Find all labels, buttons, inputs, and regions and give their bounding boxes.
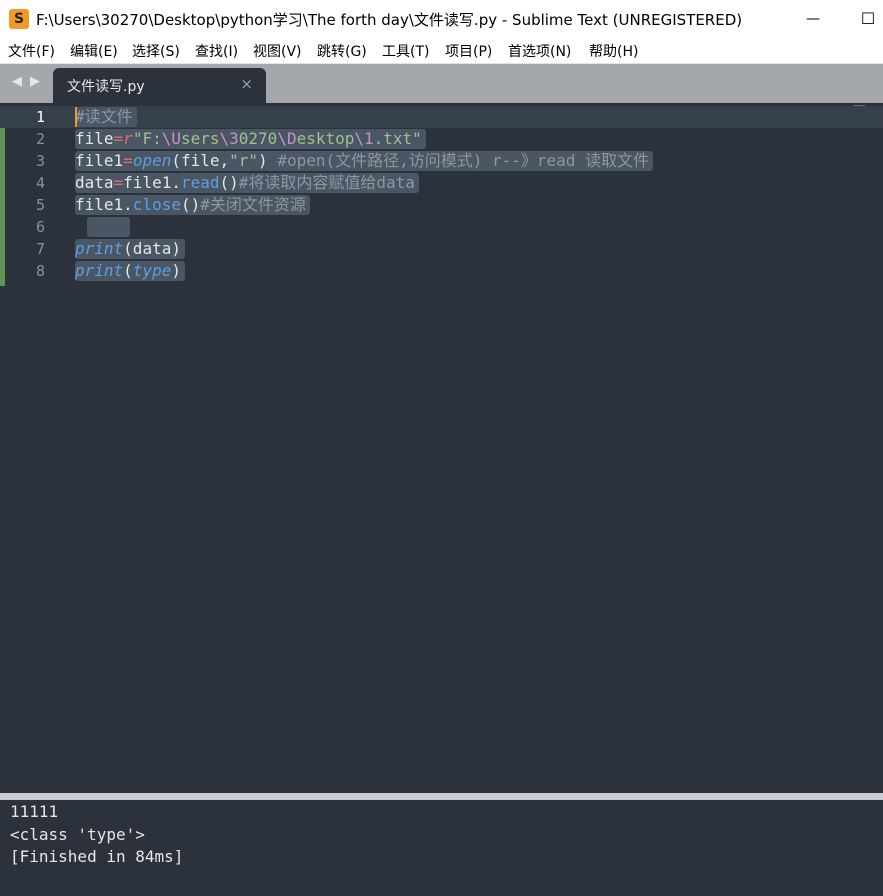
minimize-button[interactable]: — (798, 6, 828, 32)
close-icon[interactable]: × (240, 75, 253, 93)
maximize-button[interactable]: ☐ (853, 6, 883, 32)
string: "F: (132, 129, 162, 148)
output-line: [Finished in 84ms] (10, 847, 184, 866)
string: "r" (229, 151, 259, 170)
code-text: print(type) (75, 261, 185, 281)
escape: \D (277, 129, 297, 148)
paren: () (180, 195, 201, 214)
menu-goto[interactable]: 跳转(G) (317, 41, 367, 61)
title-bar: S F:\Users\30270\Desktop\python学习\The fo… (0, 0, 883, 38)
line-number: 5 (35, 196, 45, 214)
code-editor[interactable]: 1 #读文件 2 file=r"F:\Users\30270\Desktop\1… (0, 103, 883, 793)
code-line[interactable]: 8 print(type) (0, 260, 883, 282)
code-line[interactable]: 3 file1=open(file,"r") #open(文件路径,访问模式) … (0, 150, 883, 172)
tab-bar: ◀ ▶ 文件读写.py × (0, 64, 883, 103)
menu-find[interactable]: 查找(I) (195, 41, 238, 61)
line-number: 1 (35, 108, 45, 126)
string-prefix: r (123, 129, 133, 148)
sublime-logo-icon: S (9, 9, 29, 29)
menu-edit[interactable]: 编辑(E) (70, 41, 118, 61)
code-line[interactable]: 7 print(data) (0, 238, 883, 260)
menu-file[interactable]: 文件(F) (8, 41, 55, 61)
code-line[interactable]: 4 data=file1.read()#将读取内容赋值给data (0, 172, 883, 194)
tab-nav-left-icon[interactable]: ◀ (12, 74, 22, 89)
identifier: data (75, 173, 114, 192)
paren: ) (171, 261, 181, 280)
args: (data) (123, 239, 181, 258)
panel-divider[interactable] (0, 793, 883, 800)
operator: = (123, 151, 133, 170)
line-number: 4 (35, 174, 45, 192)
text-cursor (75, 107, 77, 127)
tab-label: 文件读写.py (67, 79, 145, 95)
menu-help[interactable]: 帮助(H) (589, 41, 638, 61)
identifier: file1 (75, 151, 124, 170)
paren: () (219, 173, 239, 192)
menu-selection[interactable]: 选择(S) (132, 41, 180, 61)
menu-view[interactable]: 视图(V) (253, 41, 302, 61)
output-line: <class 'type'> (10, 825, 145, 844)
line-number: 2 (35, 130, 45, 148)
comment: #读文件 (75, 107, 133, 126)
string: 0270 (238, 129, 278, 148)
comment: #open(文件路径,访问模式) r--》read 读取文件 (277, 151, 650, 170)
comment: #将读取内容赋值给data (238, 173, 415, 192)
method: close (132, 195, 181, 214)
object: file1. (75, 195, 133, 214)
comment: #关闭文件资源 (200, 195, 306, 214)
string: sers (180, 129, 220, 148)
menu-tools[interactable]: 工具(T) (382, 41, 429, 61)
tab-nav-right-icon[interactable]: ▶ (30, 74, 40, 89)
paren: ( (123, 261, 133, 280)
builtin-type: type (132, 261, 172, 280)
code-text: file1=open(file,"r") #open(文件路径,访问模式) r-… (75, 151, 654, 171)
operator: = (113, 173, 124, 192)
tab-file[interactable]: 文件读写.py × (53, 68, 266, 103)
operator: = (113, 129, 124, 148)
menu-project[interactable]: 项目(P) (445, 41, 492, 61)
method: read (180, 173, 220, 192)
line-number: 6 (35, 218, 45, 236)
line-number: 8 (35, 262, 45, 280)
line-number: 7 (35, 240, 45, 258)
code-text: file=r"F:\Users\30270\Desktop\1.txt" (75, 129, 426, 149)
code-line[interactable]: 1 #读文件 (0, 106, 883, 128)
string: esktop (296, 129, 355, 148)
paren: ) (258, 151, 278, 170)
identifier: file (75, 129, 114, 148)
line-number: 3 (35, 152, 45, 170)
menu-bar: 文件(F) 编辑(E) 选择(S) 查找(I) 视图(V) 跳转(G) 工具(T… (0, 38, 883, 64)
code-line[interactable]: 5 file1.close()#关闭文件资源 (0, 194, 883, 216)
code-text: #读文件 (75, 107, 137, 127)
window-title: F:\Users\30270\Desktop\python学习\The fort… (36, 11, 743, 29)
builtin-function: print (75, 261, 124, 280)
escape: \1 (354, 129, 374, 148)
code-text: file1.close()#关闭文件资源 (75, 195, 310, 215)
build-output-panel[interactable]: 11111 <class 'type'> [Finished in 84ms] (0, 800, 883, 896)
code-line[interactable]: 6 (0, 216, 883, 238)
builtin-function: print (75, 239, 124, 258)
code-text: print(data) (75, 239, 185, 259)
code-text: data=file1.read()#将读取内容赋值给data (75, 173, 419, 193)
menu-preferences[interactable]: 首选项(N) (508, 41, 571, 61)
builtin-function: open (132, 151, 172, 170)
escape: \3 (219, 129, 239, 148)
args: (file, (171, 151, 230, 170)
code-line[interactable]: 2 file=r"F:\Users\30270\Desktop\1.txt" (0, 128, 883, 150)
escape: \U (161, 129, 181, 148)
code-text (87, 217, 130, 237)
object: file1. (123, 173, 181, 192)
output-line: 11111 (10, 802, 59, 821)
string: .txt" (373, 129, 422, 148)
